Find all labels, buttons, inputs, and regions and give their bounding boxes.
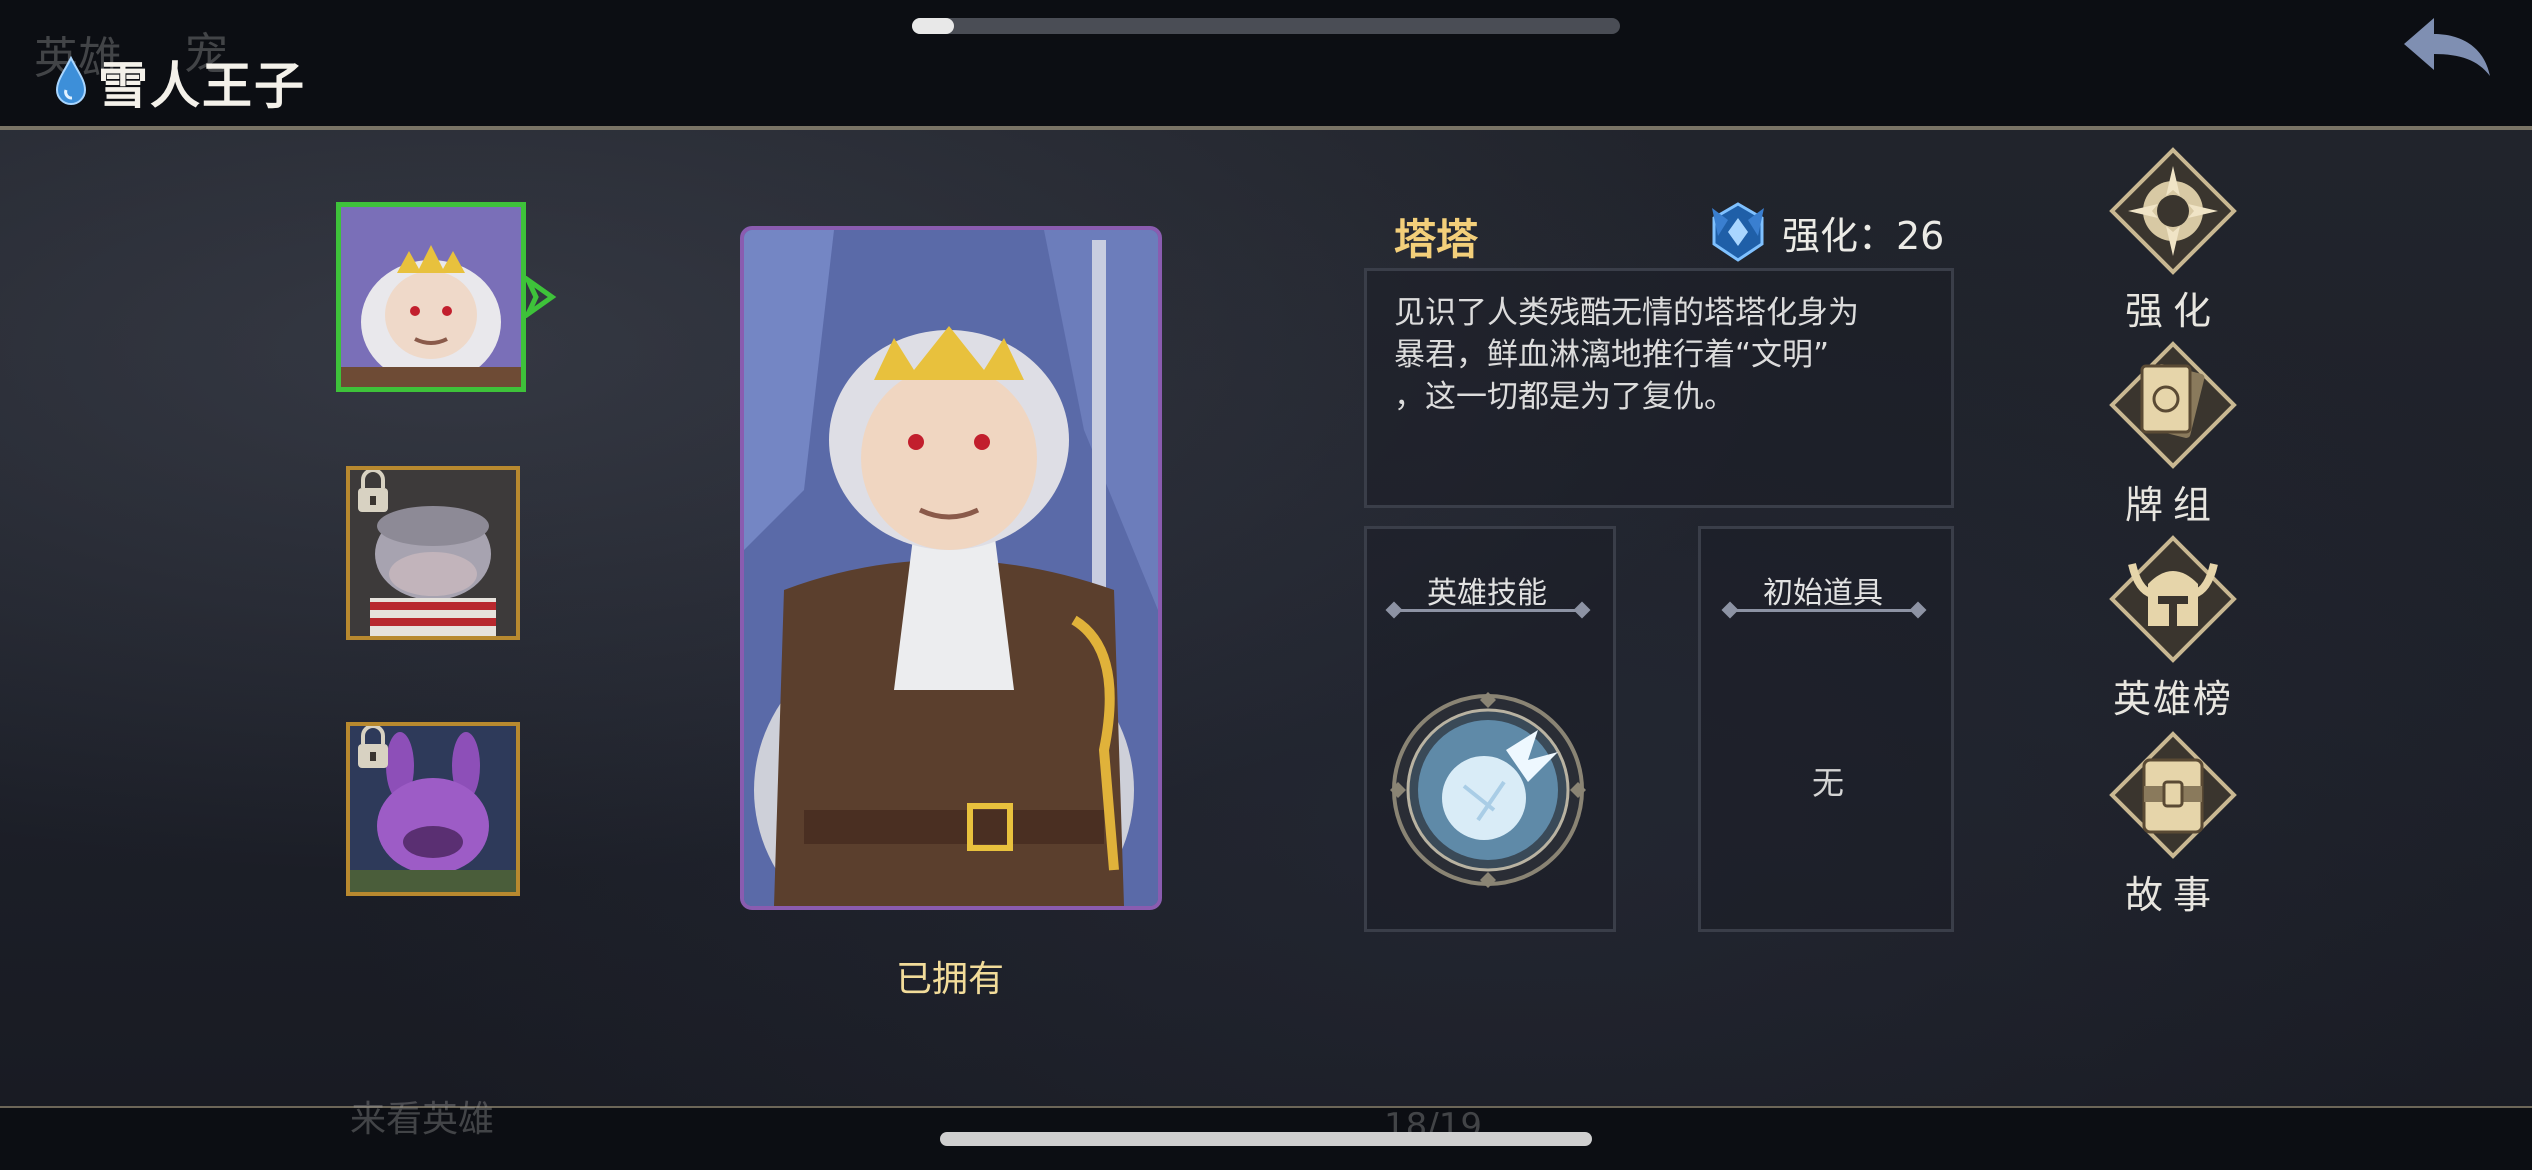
ghost-bottom-left: 来看英雄 <box>350 1099 495 1140</box>
water-drop-icon <box>55 56 87 105</box>
starting-items-value: 无 <box>1812 764 1845 802</box>
story-book-icon <box>2109 731 2237 859</box>
selected-arrow-icon <box>524 276 557 318</box>
owned-status: 已拥有 <box>895 959 1004 1000</box>
hero-rank-button[interactable]: 英雄榜 <box>2098 534 2248 723</box>
hero-card-art <box>744 230 1158 906</box>
hero-description: 见识了人类残酷无情的塔塔化身为 暴君，鲜血淋漓地推行着“文明” ，这一切都是为了… <box>1394 292 1922 418</box>
story-label: 故事 <box>2124 873 2221 917</box>
top-divider <box>0 126 2532 130</box>
helmet-rank-icon <box>2109 535 2237 663</box>
portrait-hero-3[interactable] <box>346 722 520 896</box>
card-deck-icon <box>2109 341 2237 469</box>
hero-skill-title: 英雄技能 <box>1427 576 1547 611</box>
enhance-crest-icon <box>1712 202 1764 262</box>
scroll-progress-bar <box>912 18 1620 34</box>
hero-class-title: 雪人王子 <box>98 57 306 115</box>
enhance-compass-icon <box>2109 147 2237 275</box>
scroll-progress-fill <box>912 18 955 34</box>
lock-icon <box>358 470 388 512</box>
enhance-label: 强化 <box>2124 289 2221 333</box>
ice-skill-icon <box>1390 692 1586 888</box>
back-button[interactable] <box>2398 14 2494 84</box>
enhance-level: 强化：26 <box>1708 200 1944 264</box>
portrait-hero-1[interactable] <box>336 202 526 392</box>
deck-button[interactable]: 牌组 <box>2098 340 2248 529</box>
hero-rank-label: 英雄榜 <box>2112 677 2233 721</box>
back-arrow-icon <box>2404 18 2490 76</box>
home-indicator <box>940 1132 1592 1146</box>
hero-skill-button[interactable] <box>1388 690 1588 890</box>
hero-name: 塔塔 <box>1394 215 1479 264</box>
hero-card <box>740 226 1162 910</box>
enhance-level-text: 强化：26 <box>1782 213 1945 258</box>
page-title: 雪人王子 <box>54 46 306 118</box>
portrait-hero-2[interactable] <box>346 466 520 640</box>
story-button[interactable]: 故事 <box>2098 730 2248 919</box>
description-line: ，这一切都是为了复仇。 <box>1394 379 1735 415</box>
enhance-button[interactable]: 强化 <box>2098 146 2248 335</box>
hero-portrait-snowman-prince <box>341 207 521 387</box>
starting-items-title: 初始道具 <box>1763 576 1883 611</box>
divider <box>1394 609 1580 612</box>
description-line: 暴君，鲜血淋漓地推行着“文明” <box>1394 337 1830 373</box>
divider <box>1730 609 1916 612</box>
description-line: 见识了人类残酷无情的塔塔化身为 <box>1394 295 1859 331</box>
lock-icon <box>358 726 388 768</box>
deck-label: 牌组 <box>2124 483 2221 527</box>
